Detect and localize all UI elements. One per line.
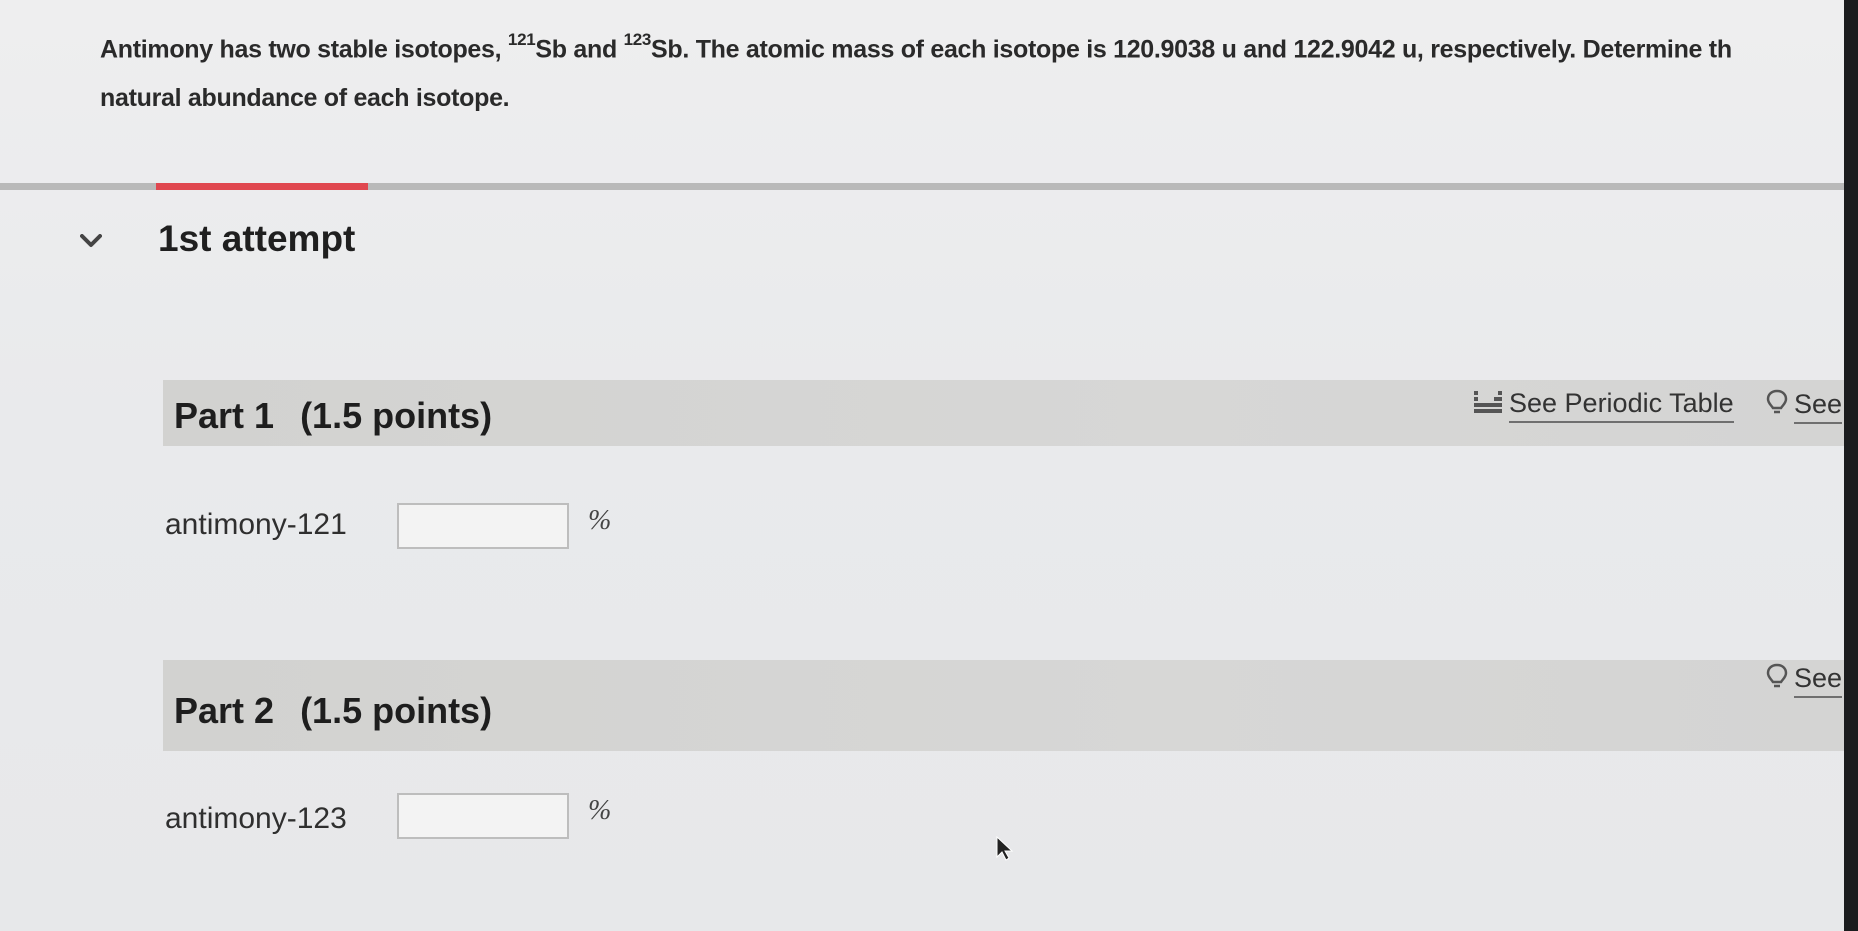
see-periodic-table-link[interactable]: See Periodic Table: [1473, 388, 1734, 423]
percent-unit-2: %: [588, 795, 612, 826]
antimony-123-input[interactable]: [397, 793, 569, 839]
part-2-label: Part 2: [174, 690, 275, 731]
isotope-2-symbol: Sb.: [651, 35, 690, 64]
lightbulb-icon: [1766, 662, 1788, 699]
antimony-121-label: antimony-121: [165, 508, 347, 541]
hint-label: See: [1794, 663, 1843, 698]
part-1-title: Part 1 (1.5 points): [174, 395, 492, 437]
part-2-title: Part 2 (1.5 points): [174, 690, 492, 732]
question-line-2: natural abundance of each isotope.: [100, 84, 510, 113]
antimony-121-input[interactable]: [397, 503, 569, 549]
question-rest: The atomic mass of each isotope is 120.9…: [689, 35, 1732, 64]
part-1-points: (1.5 points): [300, 395, 493, 436]
part-2-points: (1.5 points): [300, 690, 493, 731]
isotope-2-mass-number: 123: [623, 30, 652, 49]
antimony-123-label: antimony-123: [165, 802, 347, 835]
attempt-title: 1st attempt: [158, 218, 356, 259]
isotope-1-symbol: Sb and: [535, 35, 624, 64]
attempt-progress-bar: [156, 183, 368, 190]
see-hint-link-part-2[interactable]: See: [1766, 662, 1843, 699]
see-hint-link-part-1[interactable]: See: [1766, 388, 1843, 425]
isotope-1-mass-number: 121: [507, 30, 536, 49]
part-1-label: Part 1: [174, 395, 275, 436]
percent-unit-1: %: [588, 505, 612, 536]
cursor-icon: [995, 835, 1015, 866]
question-intro: Antimony has two stable isotopes,: [100, 35, 508, 64]
question-text: Antimony has two stable isotopes, 121Sb …: [100, 18, 1838, 123]
periodic-table-icon: [1473, 389, 1503, 422]
window-edge: [1844, 0, 1858, 931]
periodic-table-label: See Periodic Table: [1509, 388, 1734, 423]
question-line-1: Antimony has two stable isotopes, 121Sb …: [100, 18, 1838, 74]
hint-label: See: [1794, 389, 1843, 424]
chevron-down-icon[interactable]: [78, 228, 104, 254]
lightbulb-icon: [1766, 388, 1788, 425]
